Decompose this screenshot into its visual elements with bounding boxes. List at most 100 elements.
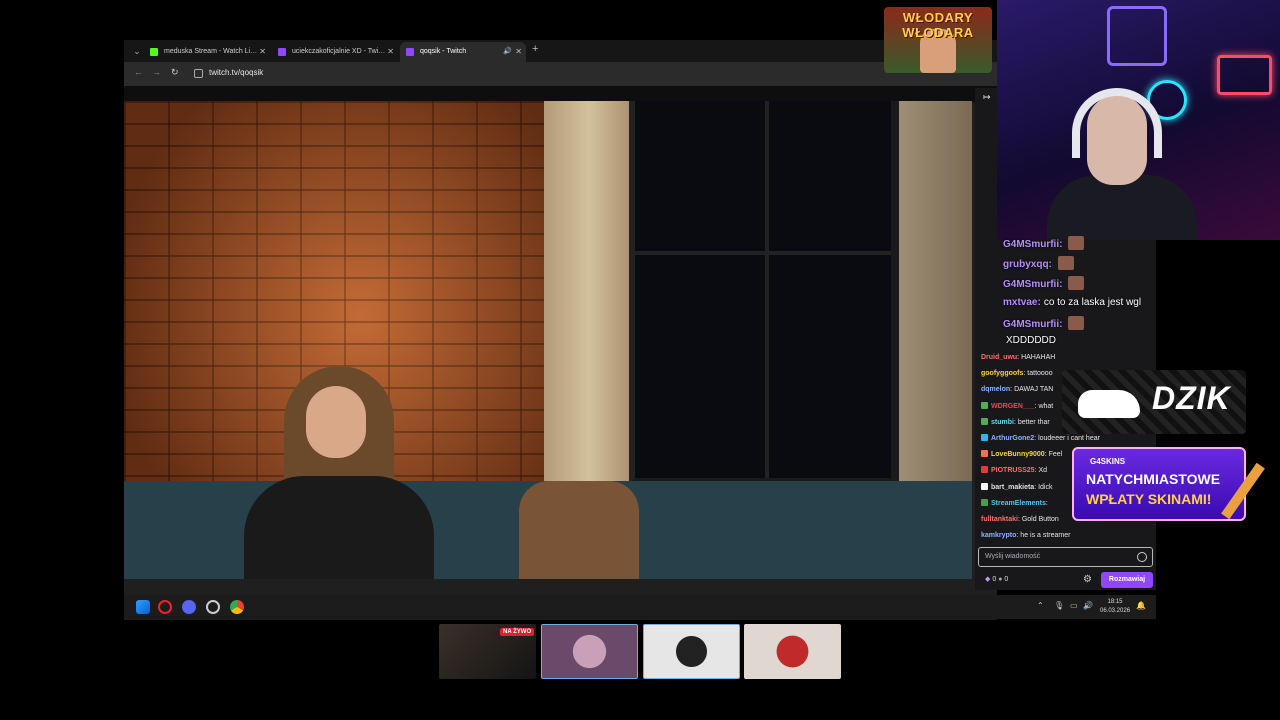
tab-qoqsik[interactable]: qoqsik - Twitch 🔊 ✕ <box>400 42 526 62</box>
user-badge-icon[interactable] <box>981 498 988 506</box>
tab-uciekczak[interactable]: uciekczakoficjalnie XD - Twitch ✕ <box>272 42 398 62</box>
twitch-icon <box>278 48 286 56</box>
network-icon[interactable]: ▭ <box>1070 601 1078 610</box>
discord-icon[interactable] <box>182 600 196 614</box>
user-badge-icon[interactable] <box>981 482 988 490</box>
chat-username[interactable]: LoveBunny9000 <box>991 451 1045 458</box>
chat-message: WDRGEN___: what <box>981 401 1054 412</box>
chat-text: DAWAJ TAN <box>1014 386 1054 394</box>
sponsor-banner: DZIK <box>1062 370 1246 434</box>
user-badge-icon[interactable] <box>981 466 988 474</box>
chat-username[interactable]: dqmelon <box>981 386 1010 393</box>
tab-title: qoqsik - Twitch <box>420 48 467 55</box>
emote-icon <box>1068 276 1085 290</box>
boar-icon <box>1078 390 1140 418</box>
overlay-username: mxtvae: <box>1003 297 1041 308</box>
overlay-message: mxtvae: co to za laska jest wgl <box>1003 297 1141 308</box>
chat-message: LoveBunny9000: Feel <box>981 450 1062 460</box>
overlay-text: co to za laska jest wgl <box>1043 297 1142 308</box>
emoji-icon[interactable] <box>1137 552 1147 562</box>
close-icon[interactable]: ✕ <box>387 42 394 62</box>
address-bar: ← → ↻ twitch.tv/qoqsik <box>124 62 997 86</box>
chat-text: Idick <box>1038 483 1053 491</box>
chat-username[interactable]: bart_makieta <box>991 484 1034 491</box>
gear-icon[interactable]: ⚙ <box>1083 574 1092 585</box>
clock[interactable]: 18:15 06.03.2026 <box>1100 598 1130 616</box>
chat-message: bart_makieta: Idick <box>981 482 1053 493</box>
chat-message: Druid_uwu: HAHAHAH <box>981 353 1055 363</box>
collapse-chat-icon[interactable]: ↦ <box>983 92 991 103</box>
chat-text: HAHAHAH <box>1021 354 1056 361</box>
chat-message: stumbi: better thar <box>981 417 1050 428</box>
chat-input[interactable]: Wyślij wiadomość <box>978 547 1153 567</box>
chat-input-placeholder: Wyślij wiadomość <box>985 553 1041 560</box>
speaker-icon[interactable]: 🔊 <box>503 42 512 62</box>
chat-text: Feel <box>1048 451 1063 459</box>
promo-line2: WPŁATY SKINAMI! <box>1086 491 1212 507</box>
channel-points[interactable]: ◆ 0 ● 0 <box>985 575 1008 583</box>
clock-time: 18:15 <box>1107 599 1123 605</box>
chat-text: tattoooo <box>1027 370 1053 378</box>
chevron-up-icon[interactable]: ⌃ <box>1037 601 1044 610</box>
chat-username[interactable]: goofyggoofs <box>981 370 1023 377</box>
close-icon[interactable]: ✕ <box>259 42 266 62</box>
chat-username[interactable]: kamkrypto <box>981 532 1016 539</box>
separator: : <box>1045 499 1048 507</box>
user-badge-icon[interactable] <box>981 434 988 441</box>
body <box>244 476 434 579</box>
user-badge-icon[interactable] <box>981 401 988 409</box>
chat-username[interactable]: ArthurGone2 <box>991 435 1034 442</box>
promo-line1: NATYCHMIASTOWE <box>1086 471 1221 487</box>
chat-message: dqmelon: DAWAJ TAN <box>981 385 1053 395</box>
webcam-overlay <box>997 0 1280 240</box>
steam-icon[interactable] <box>206 600 220 614</box>
video-player[interactable] <box>124 101 972 579</box>
user-badge-icon[interactable] <box>981 417 988 425</box>
neon-frame <box>1107 6 1167 66</box>
taskbar: ⌃ 🎙 ▭ 🔊 18:15 06.03.2026 🔔 <box>124 595 1156 619</box>
tab-meduska[interactable]: meduska Stream - Watch Live o ✕ <box>144 42 270 62</box>
tab-bar: ⌄ meduska Stream - Watch Live o ✕ uciekc… <box>124 40 997 62</box>
close-icon[interactable]: ✕ <box>515 42 522 62</box>
url-field[interactable]: twitch.tv/qoqsik <box>209 68 263 77</box>
emote-icon <box>1057 256 1074 270</box>
chat-username[interactable]: PIOTRUSS25 <box>991 467 1035 474</box>
chat-text: better thar <box>1017 418 1050 426</box>
chat-message: fulltanktaki: Gold Button <box>981 515 1059 525</box>
chat-username[interactable]: WDRGEN___ <box>991 403 1035 410</box>
new-tab-button[interactable]: + <box>532 43 538 55</box>
friend-thumbnail-2[interactable] <box>643 624 740 679</box>
points-icon: ● <box>998 576 1003 583</box>
volume-icon[interactable]: 🔊 <box>1083 601 1093 610</box>
mic-icon[interactable]: 🎙 <box>1054 601 1064 610</box>
windows-start-icon[interactable] <box>136 600 150 614</box>
notification-icon[interactable]: 🔔 <box>1136 601 1146 610</box>
user-badge-icon[interactable] <box>981 450 988 458</box>
reload-icon[interactable]: ↻ <box>171 67 179 78</box>
overlay-message: grubyxqq: <box>1003 256 1074 270</box>
chat-username[interactable]: fulltanktaki <box>981 516 1018 523</box>
emote-icon <box>1068 236 1085 250</box>
chrome-icon[interactable] <box>230 600 244 614</box>
overlay-username: G4MSmurfii: <box>1003 239 1063 250</box>
friend-thumbnail-1[interactable] <box>541 624 638 679</box>
chat-username[interactable]: stumbi <box>991 419 1014 426</box>
overlay-username: grubyxqq: <box>1003 259 1052 270</box>
chat-message: PIOTRUSS25: Xd <box>981 466 1047 476</box>
back-icon[interactable]: ← <box>134 67 143 77</box>
forward-icon[interactable]: → <box>152 67 161 77</box>
tab-search-icon[interactable]: ⌄ <box>130 44 144 58</box>
channel-logo: WŁODARY WŁODARA <box>884 7 992 73</box>
chat-message: kamkrypto: he is a streamer <box>981 531 1070 541</box>
friend-thumbnail-3[interactable] <box>744 624 841 679</box>
live-badge: NA ŻYWO <box>500 628 535 636</box>
handbag <box>519 481 639 579</box>
site-info-icon[interactable] <box>194 69 203 78</box>
chat-text: what <box>1038 402 1054 410</box>
chat-username[interactable]: Druid_uwu <box>981 354 1017 361</box>
chat-text: Gold Button <box>1021 516 1059 523</box>
chat-send-button[interactable]: Rozmawiaj <box>1101 572 1153 588</box>
chat-username[interactable]: StreamElements <box>991 500 1046 507</box>
chat-text: Xd <box>1038 467 1048 475</box>
opera-icon[interactable] <box>158 600 172 614</box>
